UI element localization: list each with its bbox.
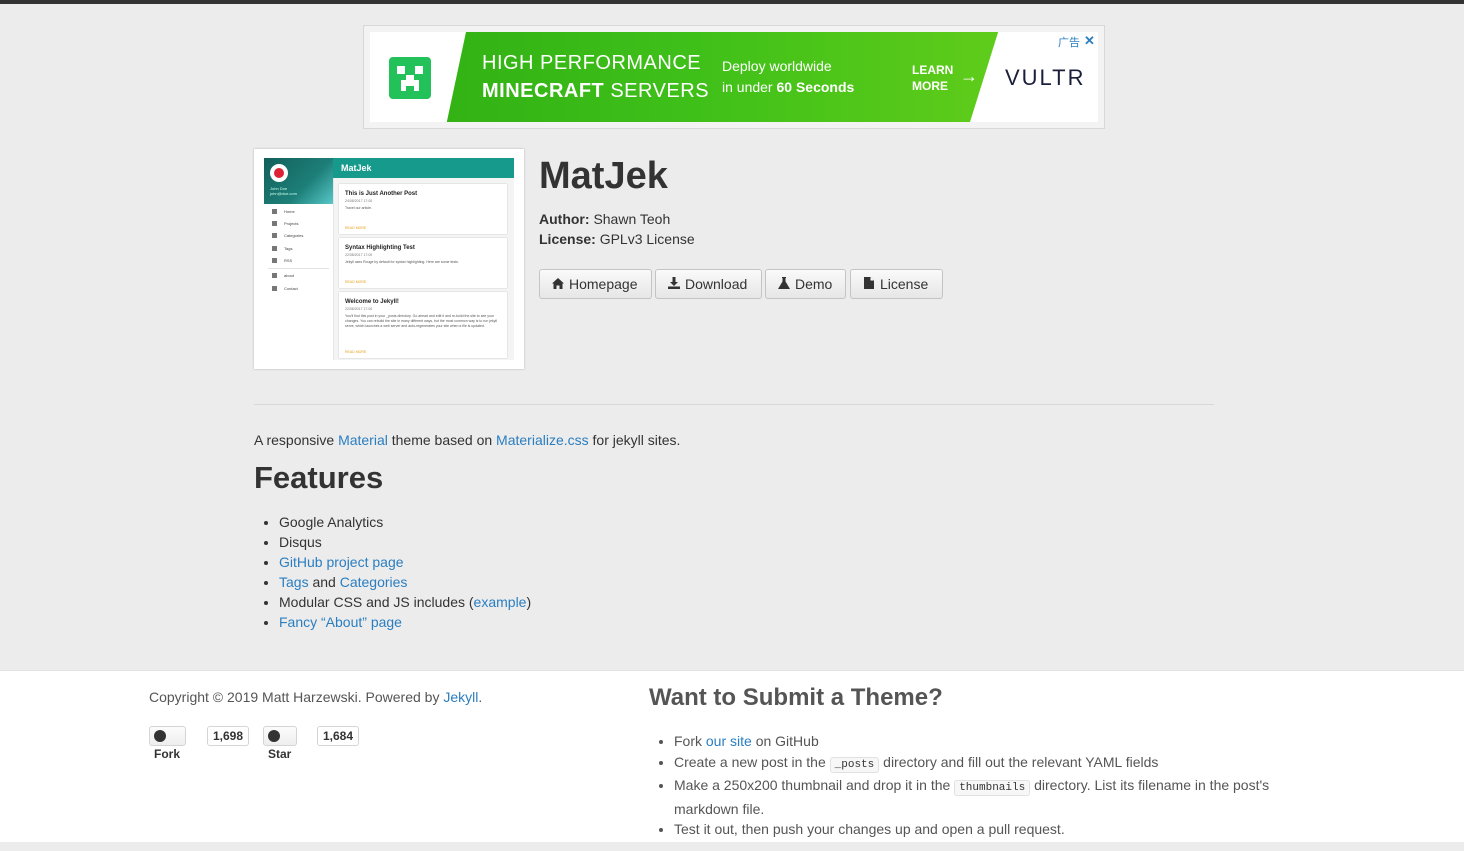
- preview-post-text: You'll find this post in your _posts dir…: [345, 314, 498, 328]
- features-heading: Features: [254, 460, 384, 495]
- theme-thumbnail[interactable]: John Doe john@doe.com Home Projects Categ…: [254, 149, 524, 369]
- posts-code: _posts: [829, 756, 880, 773]
- license-label: License:: [539, 231, 596, 247]
- preview-user: John Doe john@doe.com: [270, 186, 297, 196]
- github-project-link[interactable]: GitHub project page: [279, 554, 404, 570]
- preview-post-text: Travel our article.: [345, 206, 372, 210]
- list-item: Create a new post in the _posts director…: [674, 752, 1314, 776]
- author-row: Author: Shawn Teoh: [539, 211, 670, 227]
- homepage-button[interactable]: Homepage: [539, 269, 652, 299]
- preview-title: MatJek: [341, 163, 372, 173]
- our-site-link[interactable]: our site: [706, 733, 752, 749]
- star-count[interactable]: 1,684: [317, 726, 360, 746]
- preview-post: Welcome to Jekyll! 22/08/2017 17:00 You'…: [339, 292, 507, 358]
- star-button[interactable]: Star: [263, 726, 298, 761]
- github-octocat-icon: [154, 730, 166, 742]
- github-octocat-icon: [268, 730, 280, 742]
- preview-nav-item: Home: [272, 209, 295, 215]
- list-item: Make a 250x200 thumbnail and drop it in …: [674, 775, 1314, 819]
- home-icon: [552, 271, 564, 299]
- download-button[interactable]: Download: [655, 269, 762, 299]
- preview-nav-item: Projects: [272, 221, 298, 227]
- top-border: [0, 0, 1464, 4]
- list-item: Disqus: [279, 532, 531, 552]
- author-label: Author:: [539, 211, 590, 227]
- preview-post-title: Welcome to Jekyll!: [345, 299, 399, 305]
- list-item: Test it out, then push your changes up a…: [674, 819, 1314, 840]
- arrow-right-icon: →: [960, 66, 978, 86]
- ad-close-icon[interactable]: ✕: [1084, 33, 1095, 49]
- ad-learn-more[interactable]: LEARN MORE: [912, 62, 953, 94]
- ad-headline-2: MINECRAFT SERVERS: [482, 80, 710, 102]
- tags-link[interactable]: Tags: [279, 574, 309, 590]
- ad-banner[interactable]: HIGH PERFORMANCE MINECRAFT SERVERS Deplo…: [370, 32, 1098, 122]
- features-list: Google Analytics Disqus GitHub project p…: [254, 512, 531, 632]
- preview-nav-item: Categories: [272, 233, 303, 239]
- ad-brand-logo: VULTR: [1005, 65, 1086, 90]
- preview-post-date: 22/08/2017 17:00: [345, 307, 373, 311]
- submit-theme-heading: Want to Submit a Theme?: [649, 684, 943, 711]
- list-item: Fancy “About” page: [279, 612, 531, 632]
- about-page-link[interactable]: Fancy “About” page: [279, 614, 402, 630]
- preview-post-date: 24/08/2017 17:00: [345, 199, 373, 203]
- thumbnail-preview: John Doe john@doe.com Home Projects Categ…: [264, 158, 514, 360]
- theme-title: MatJek: [539, 155, 668, 197]
- materialize-link[interactable]: Materialize.css: [496, 432, 589, 448]
- list-item: Modular CSS and JS includes (example): [279, 592, 531, 612]
- preview-sidebar: John Doe john@doe.com Home Projects Categ…: [264, 158, 334, 360]
- preview-post-date: 22/08/2017 17:00: [345, 253, 373, 257]
- fork-button[interactable]: Fork: [149, 726, 187, 761]
- fork-count[interactable]: 1,698: [207, 726, 250, 746]
- preview-nav-item: about: [272, 273, 294, 279]
- ad-deploy-line-1: Deploy worldwide: [722, 58, 832, 74]
- preview-post-more: READ MORE: [345, 350, 367, 354]
- jekyll-link[interactable]: Jekyll: [443, 689, 478, 705]
- preview-post-text: Jekyll uses Rouge by default for syntax …: [345, 260, 459, 264]
- categories-link[interactable]: Categories: [340, 574, 408, 590]
- ad-headline-1: HIGH PERFORMANCE: [482, 52, 702, 74]
- list-item: Fork our site on GitHub: [674, 731, 1314, 752]
- license-button[interactable]: License: [850, 269, 943, 299]
- ad-choices-label[interactable]: 广告: [1058, 34, 1080, 50]
- license-row: License: GPLv3 License: [539, 231, 695, 247]
- preview-divider: [268, 268, 329, 269]
- creeper-icon: [389, 57, 431, 99]
- download-icon: [668, 271, 680, 299]
- preview-post: Syntax Highlighting Test 22/08/2017 17:0…: [339, 238, 507, 288]
- preview-sidebar-header: John Doe john@doe.com: [264, 158, 333, 204]
- preview-post-more: READ MORE: [345, 226, 367, 230]
- example-link[interactable]: example: [474, 594, 527, 610]
- preview-nav-item: RSS: [272, 258, 292, 264]
- submit-steps-list: Fork our site on GitHub Create a new pos…: [649, 731, 1314, 840]
- section-divider: [254, 404, 1214, 405]
- list-item: GitHub project page: [279, 552, 531, 572]
- preview-post: This is Just Another Post 24/08/2017 17:…: [339, 184, 507, 234]
- author-name: Shawn Teoh: [593, 211, 671, 227]
- thumbnails-code: thumbnails: [954, 780, 1031, 796]
- preview-nav-item: Tags: [272, 246, 292, 252]
- preview-post-title: This is Just Another Post: [345, 191, 418, 197]
- bottom-strip: [0, 842, 1464, 851]
- preview-nav-item: Contact: [272, 286, 298, 292]
- list-item: Tags and Categories: [279, 572, 531, 592]
- ad-deploy-line-2: in under 60 Seconds: [722, 79, 855, 95]
- demo-button[interactable]: Demo: [765, 269, 846, 299]
- file-icon: [863, 271, 875, 299]
- license-name: GPLv3 License: [599, 231, 695, 247]
- flask-icon: [778, 271, 790, 299]
- preview-post-more: READ MORE: [345, 280, 367, 284]
- preview-post-title: Syntax Highlighting Test: [345, 245, 415, 251]
- theme-description: A responsive Material theme based on Mat…: [254, 432, 681, 448]
- material-link[interactable]: Material: [338, 432, 388, 448]
- list-item: Google Analytics: [279, 512, 531, 532]
- copyright: Copyright © 2019 Matt Harzewski. Powered…: [149, 689, 483, 705]
- preview-avatar: [270, 164, 288, 182]
